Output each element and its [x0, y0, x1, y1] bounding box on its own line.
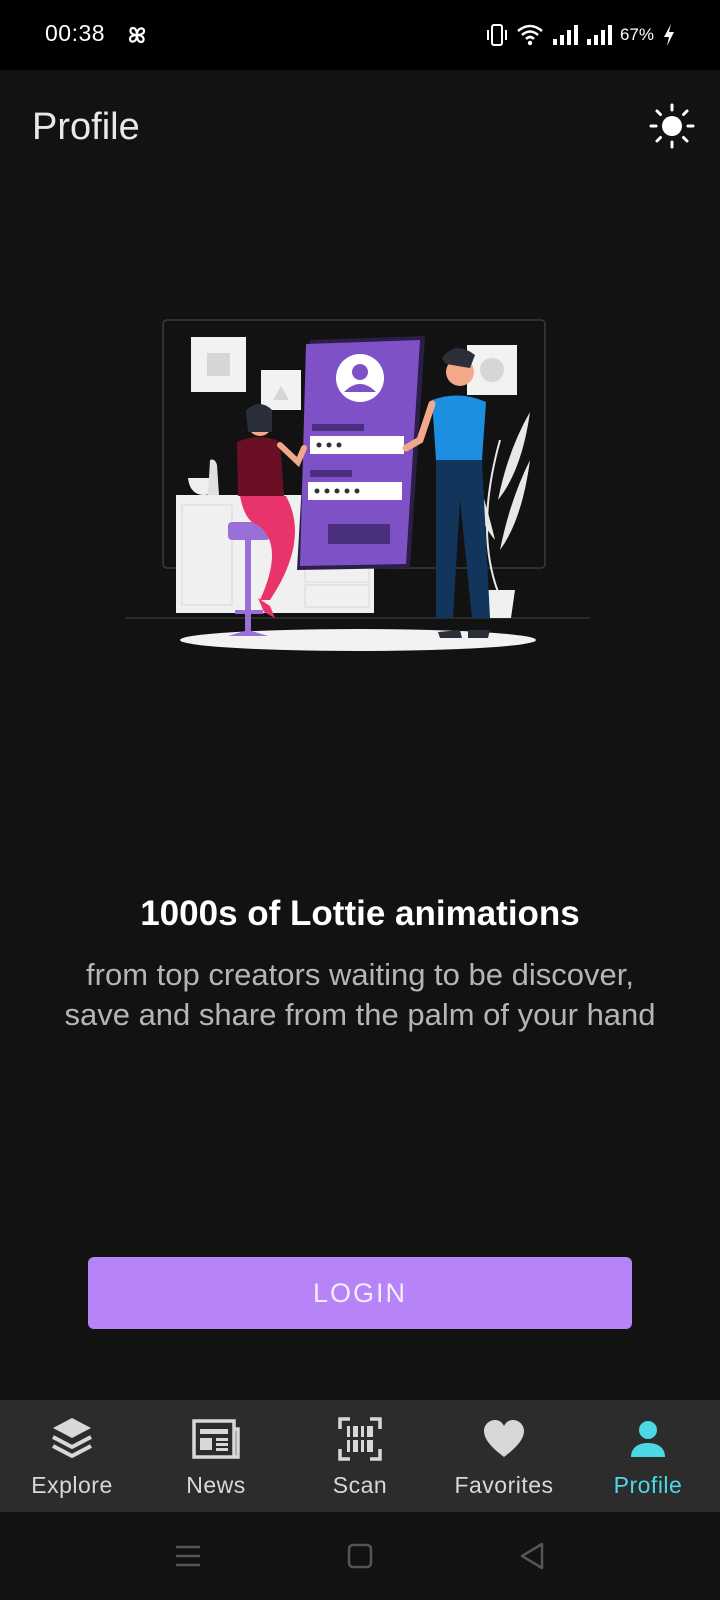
- nav-item-profile[interactable]: Profile: [576, 1400, 720, 1512]
- theme-toggle-button[interactable]: [648, 102, 696, 150]
- newspaper-icon: [191, 1414, 241, 1464]
- battery-percent: 67%: [619, 25, 654, 44]
- system-nav-bar: [0, 1512, 720, 1600]
- pinwheel-icon: [128, 26, 146, 44]
- barcode-scan-icon: [335, 1414, 385, 1464]
- signal-icon: [552, 25, 578, 45]
- back-triangle-icon[interactable]: [516, 1540, 548, 1572]
- nav-item-favorites[interactable]: Favorites: [432, 1400, 576, 1512]
- home-square-icon[interactable]: [344, 1540, 376, 1572]
- page-title: Profile: [32, 106, 140, 148]
- layers-icon: [47, 1414, 97, 1464]
- recents-menu-icon[interactable]: [172, 1540, 204, 1572]
- nav-label-favorites: Favorites: [454, 1472, 554, 1498]
- app-header: Profile: [0, 70, 720, 180]
- login-button[interactable]: LOGIN: [88, 1257, 632, 1329]
- promo-description: from top creators waiting to be discover…: [64, 957, 656, 1032]
- nav-label-explore: Explore: [31, 1472, 113, 1498]
- nav-item-explore[interactable]: Explore: [0, 1400, 144, 1512]
- nav-label-scan: Scan: [332, 1472, 388, 1498]
- status-bar: 00:38 67%: [0, 0, 720, 70]
- nav-item-news[interactable]: News: [144, 1400, 288, 1512]
- promo-title: 1000s of Lottie animations: [140, 894, 580, 933]
- sun-icon: [649, 103, 695, 149]
- nav-label-profile: Profile: [613, 1472, 683, 1498]
- status-time: 00:38: [45, 20, 106, 46]
- heart-icon: [479, 1414, 529, 1464]
- wifi-icon: [517, 24, 543, 46]
- nav-item-scan[interactable]: Scan: [288, 1400, 432, 1512]
- person-icon: [623, 1414, 673, 1464]
- nav-label-news: News: [186, 1472, 246, 1498]
- login-illustration: [125, 319, 590, 651]
- vibrate-icon: [486, 24, 507, 46]
- bottom-nav: Explore News Scan Favorites Profile: [0, 1400, 720, 1512]
- signal-icon-2: [586, 25, 612, 45]
- charging-icon: [664, 24, 674, 46]
- status-icons: 67%: [486, 20, 676, 50]
